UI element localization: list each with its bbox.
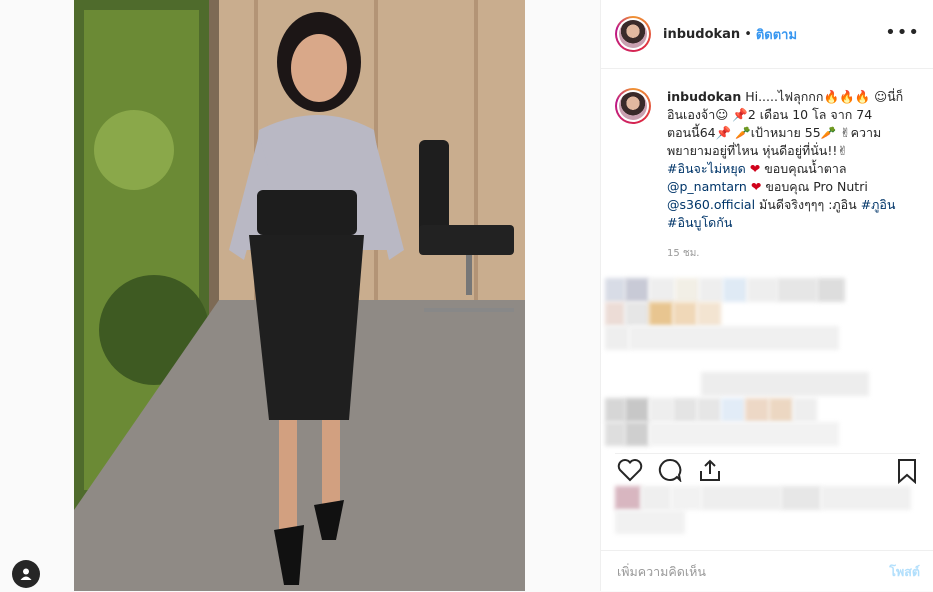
blurred-comment [701, 372, 869, 396]
caption-username[interactable]: inbudokan [667, 89, 741, 104]
mention-link[interactable]: @s360.official [667, 197, 755, 212]
hashtag-link[interactable]: #ภูอิน [861, 197, 896, 212]
comment-box: เพิ่มความคิดเห็น โพสต์ [601, 550, 933, 592]
post-time[interactable]: 15 ชม. [667, 246, 920, 261]
heart-outline-icon[interactable] [617, 458, 643, 482]
hashtag-link[interactable]: #อินบูโดกัน [667, 215, 732, 230]
heart-icon: ❤ [750, 179, 762, 194]
share-icon[interactable] [697, 458, 723, 482]
blurred-comment [605, 278, 845, 302]
comment-input[interactable]: เพิ่มความคิดเห็น [617, 562, 706, 582]
thanks-text-2: ขอบคุณ Pro Nutri [765, 179, 868, 194]
caption-text: inbudokan Hi.....ไฟลุกกก🔥🔥🔥 ☺นี่ก็ อินเอ… [667, 88, 920, 232]
post-header: inbudokan • ติดตาม ••• [601, 0, 933, 69]
post-button[interactable]: โพสต์ [889, 562, 920, 582]
blurred-comment [605, 422, 839, 446]
comment-icon[interactable] [657, 458, 683, 482]
bookmark-icon[interactable] [896, 458, 918, 484]
caption: inbudokan Hi.....ไฟลุกกก🔥🔥🔥 ☺นี่ก็ อินเอ… [615, 88, 920, 261]
caption-line-1: Hi.....ไฟลุกกก🔥🔥🔥 ☺นี่ก็ [745, 89, 904, 104]
tail-text: มันดีจริงๆๆๆ :ภูอิน [759, 197, 857, 212]
caption-line-3: ตอนนี้64📌 🥕เป้าหมาย 55🥕 ✌ความ [667, 125, 882, 140]
photo-illustration [74, 0, 525, 591]
follow-button[interactable]: ติดตาม [756, 24, 797, 45]
more-icon[interactable]: ••• [885, 22, 920, 43]
post-sidebar: inbudokan • ติดตาม ••• inbudokan Hi.....… [600, 0, 933, 591]
blurred-likes [615, 486, 911, 510]
thanks-text-1: ขอบคุณน้ำตาล [764, 161, 847, 176]
blurred-comment [605, 302, 721, 326]
caption-line-4: พยายามอยู่ที่ไหน หุ่นดีอยู่ที่นั่น!!✌ [667, 143, 848, 158]
blurred-date [615, 510, 685, 534]
blurred-comment [605, 326, 839, 350]
caption-line-2: อินเองจ้า☺ 📌2 เดือน 10 โล จาก 74 [667, 107, 873, 122]
mention-link[interactable]: @p_namtarn [667, 179, 747, 194]
hashtag-link[interactable]: #อินจะไม่หยุด [667, 161, 746, 176]
action-bar [615, 453, 920, 484]
blurred-comment [605, 398, 817, 422]
avatar[interactable] [615, 16, 651, 52]
profile-icon[interactable] [12, 560, 40, 588]
heart-icon: ❤ [749, 161, 761, 176]
username-link[interactable]: inbudokan [663, 27, 740, 42]
caption-avatar[interactable] [615, 88, 651, 124]
separator-dot: • [744, 26, 752, 42]
post-photo[interactable] [74, 0, 525, 591]
